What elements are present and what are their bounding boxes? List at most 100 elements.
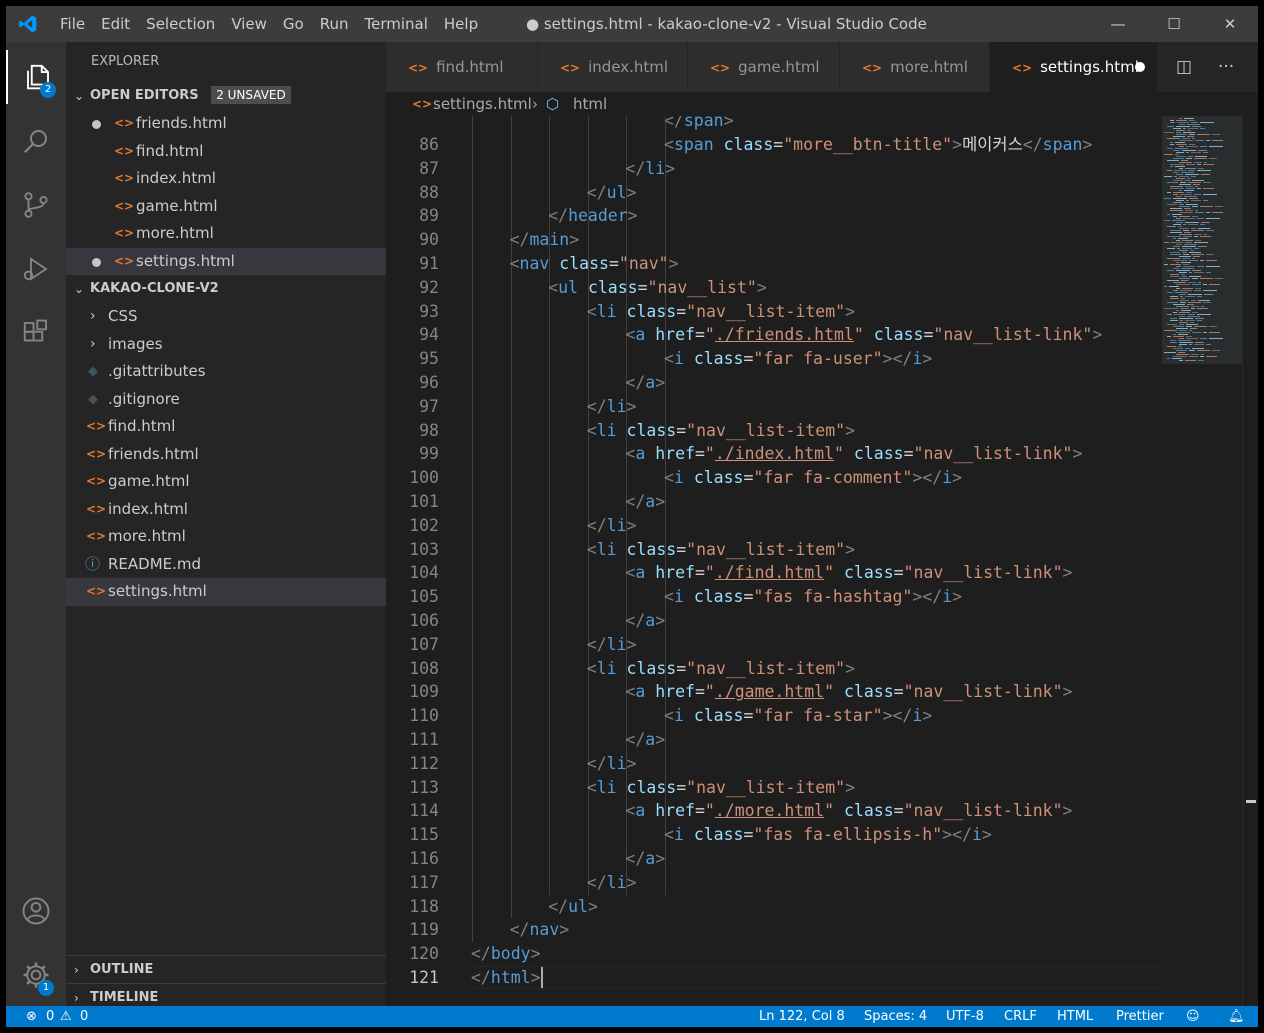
minimap-line xyxy=(1183,132,1195,133)
minimize-button[interactable]: — xyxy=(1090,6,1146,42)
code-line: 91 <nav class="nav"> xyxy=(386,252,1162,276)
file-item[interactable]: ◆ .gitignore xyxy=(66,386,386,414)
errors-icon[interactable]: ⊗ xyxy=(26,1006,37,1027)
minimap-line xyxy=(1200,278,1213,279)
feedback-icon[interactable]: ☺ xyxy=(1186,1006,1200,1027)
end-of-line[interactable]: CRLF xyxy=(1004,1006,1037,1027)
breadcrumb-node[interactable]: html xyxy=(573,92,607,116)
minimap-line xyxy=(1183,264,1189,265)
breadcrumb-file[interactable]: settings.html xyxy=(433,92,532,116)
explorer-activity-button[interactable]: 2 xyxy=(6,50,68,104)
encoding[interactable]: UTF-8 xyxy=(946,1006,984,1027)
code-text: </ul> xyxy=(586,182,637,202)
tab-settings[interactable]: <> settings.html xyxy=(990,42,1158,92)
minimap-line xyxy=(1189,272,1192,273)
code-text: </a> xyxy=(625,730,666,749)
minimap-line xyxy=(1176,306,1189,307)
errors-count[interactable]: 0 xyxy=(46,1006,54,1027)
line-number: 118 xyxy=(409,896,439,916)
open-editor-item[interactable]: <> more.html xyxy=(66,220,386,248)
accounts-activity-button[interactable] xyxy=(6,884,66,938)
open-editor-item[interactable]: <> index.html xyxy=(66,165,386,193)
warnings-count[interactable]: 0 xyxy=(80,1006,88,1027)
split-editor-icon[interactable]: ◫ xyxy=(1176,42,1192,92)
language-mode[interactable]: HTML xyxy=(1057,1006,1093,1027)
extensions-activity-button[interactable] xyxy=(6,306,66,360)
search-activity-button[interactable] xyxy=(6,114,66,168)
open-editor-item[interactable]: <> settings.html xyxy=(66,247,386,275)
unsaved-dot-icon[interactable] xyxy=(92,257,101,267)
file-name: settings.html xyxy=(108,582,207,600)
formatter[interactable]: Prettier xyxy=(1116,1006,1164,1027)
line-number: 97 xyxy=(419,396,439,416)
minimap-line xyxy=(1191,306,1199,307)
folder-item[interactable]: › CSS xyxy=(66,303,386,331)
menu-item-edit[interactable]: Edit xyxy=(93,6,138,42)
tab-more[interactable]: <> more.html xyxy=(840,42,990,92)
close-window-button[interactable]: ✕ xyxy=(1202,6,1258,42)
menu-item-view[interactable]: View xyxy=(223,6,275,42)
minimap-line xyxy=(1176,200,1184,201)
vertical-scrollbar[interactable] xyxy=(1242,116,1258,1006)
minimap-line xyxy=(1179,124,1185,125)
file-item[interactable]: <> find.html xyxy=(66,413,386,441)
outline-section[interactable]: › OUTLINE xyxy=(66,955,386,983)
unsaved-dot-icon[interactable] xyxy=(92,120,101,129)
file-item[interactable]: <> more.html xyxy=(66,523,386,551)
minimap-line xyxy=(1170,230,1181,231)
line-number: 111 xyxy=(409,730,439,749)
project-section[interactable]: ⌄ KAKAO-CLONE-V2 xyxy=(66,275,386,303)
file-item[interactable]: ◆ .gitattributes xyxy=(66,358,386,386)
open-editor-item[interactable]: <> game.html xyxy=(66,193,386,221)
run-debug-activity-button[interactable] xyxy=(6,242,66,296)
unsaved-dot-icon[interactable] xyxy=(1135,62,1145,72)
html-file-icon: <> xyxy=(862,61,883,75)
minimap-line xyxy=(1179,204,1184,205)
open-editor-filename: friends.html xyxy=(136,114,227,132)
menu-item-go[interactable]: Go xyxy=(275,6,312,42)
maximize-button[interactable]: ☐ xyxy=(1146,6,1202,42)
menu-item-terminal[interactable]: Terminal xyxy=(357,6,436,42)
cursor-position[interactable]: Ln 122, Col 8 xyxy=(759,1006,845,1027)
file-item[interactable]: <> index.html xyxy=(66,496,386,524)
open-editor-item[interactable]: <> friends.html xyxy=(66,110,386,138)
folder-item[interactable]: › images xyxy=(66,331,386,359)
file-item[interactable]: <> settings.html xyxy=(66,578,386,606)
minimap-line xyxy=(1176,332,1190,333)
minimap-line xyxy=(1186,200,1189,201)
minimap-line xyxy=(1180,182,1186,183)
tab-find[interactable]: <> find.html xyxy=(386,42,538,92)
menu-item-help[interactable]: Help xyxy=(436,6,486,42)
minimap-line xyxy=(1195,288,1201,289)
minimap[interactable] xyxy=(1162,116,1242,1006)
file-item[interactable]: <> friends.html xyxy=(66,441,386,469)
code-line: 103 <li class="nav__list-item"> xyxy=(386,538,1162,562)
settings-badge: 1 xyxy=(38,980,54,996)
menu-item-selection[interactable]: Selection xyxy=(138,6,223,42)
minimap-line xyxy=(1191,230,1204,231)
indentation[interactable]: Spaces: 4 xyxy=(864,1006,927,1027)
code-line: 86 <span class="more__btn-title">메이커스</sp… xyxy=(386,133,1162,157)
notifications-icon[interactable]: 🔔︎ xyxy=(1228,1006,1245,1027)
minimap-line xyxy=(1173,334,1176,335)
minimap-line xyxy=(1176,266,1181,267)
tab-index[interactable]: <> index.html xyxy=(538,42,688,92)
file-item[interactable]: <> game.html xyxy=(66,468,386,496)
menu-item-run[interactable]: Run xyxy=(312,6,357,42)
code-editor[interactable]: </span> 86 <span class="more__btn-title">메… xyxy=(386,116,1162,1006)
minimap-line xyxy=(1176,354,1189,355)
minimap-line xyxy=(1175,292,1188,293)
open-editor-item[interactable]: <> find.html xyxy=(66,138,386,166)
chevron-down-icon: ⌄ xyxy=(74,89,85,103)
minimap-line xyxy=(1191,122,1198,123)
menu-item-file[interactable]: File xyxy=(52,6,93,42)
file-item[interactable]: ⓘ README.md xyxy=(66,551,386,579)
more-actions-icon[interactable]: ··· xyxy=(1218,42,1234,92)
tab-game[interactable]: <> game.html xyxy=(688,42,840,92)
manage-activity-button[interactable]: 1 xyxy=(6,948,66,1002)
minimap-line xyxy=(1167,204,1177,205)
open-editors-section[interactable]: ⌄ OPEN EDITORS 2 UNSAVED xyxy=(66,82,386,110)
warnings-icon[interactable]: ⚠ xyxy=(60,1006,72,1027)
minimap-line xyxy=(1194,242,1208,243)
source-control-activity-button[interactable] xyxy=(6,178,66,232)
